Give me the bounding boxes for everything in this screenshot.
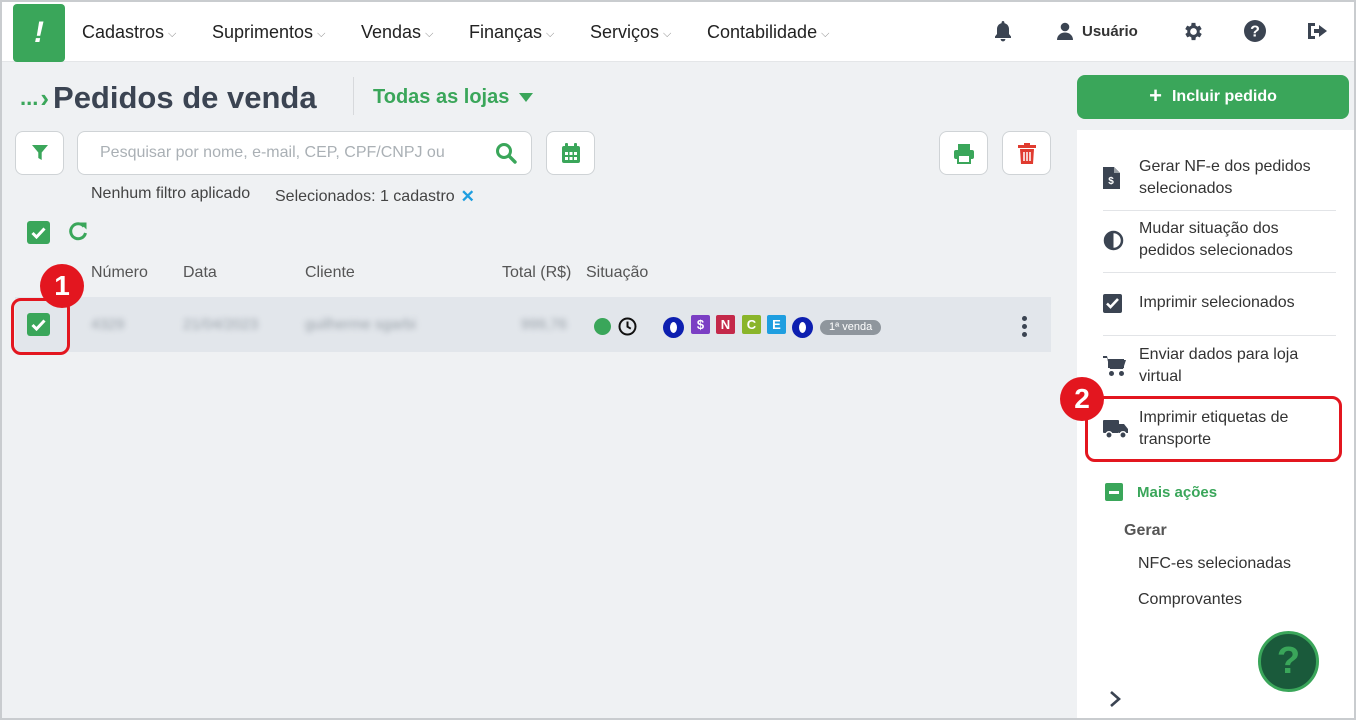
first-sale-tag: 1ª venda xyxy=(820,320,882,335)
integration-badge-icon xyxy=(663,317,684,338)
integration-badge-icon xyxy=(792,317,813,338)
divider xyxy=(1103,272,1336,273)
search-box xyxy=(77,131,532,175)
generate-nfce[interactable]: NFC-es selecionadas xyxy=(1138,555,1291,573)
divider xyxy=(1103,210,1336,211)
cell-numero: 4329 xyxy=(91,316,125,333)
checkmark-icon xyxy=(31,226,46,239)
badge-nota: N xyxy=(716,315,735,334)
breadcrumb: ... › Pedidos de venda xyxy=(20,80,317,116)
checkbox-icon xyxy=(1103,292,1139,314)
divider xyxy=(1103,335,1336,336)
generate-receipts[interactable]: Comprovantes xyxy=(1138,591,1242,609)
annotation-box-2 xyxy=(1085,396,1342,462)
column-header-numero[interactable]: Número xyxy=(91,264,148,282)
column-header-cliente[interactable]: Cliente xyxy=(305,264,355,282)
badge-contas: C xyxy=(742,315,761,334)
app-window: ! Cadastros ⌵ Suprimentos ⌵ Vendas ⌵ Finanç… xyxy=(0,0,1356,720)
half-circle-icon xyxy=(1103,218,1139,262)
user-icon xyxy=(1057,22,1073,40)
chevron-right-icon: › xyxy=(40,82,50,113)
search-input[interactable] xyxy=(100,142,455,164)
trash-icon xyxy=(1017,142,1036,164)
status-dot xyxy=(594,318,611,335)
nav-suprimentos[interactable]: Suprimentos ⌵ xyxy=(212,22,325,43)
chevron-down-icon: ⌵ xyxy=(546,27,555,40)
printer-icon xyxy=(953,143,974,164)
badge-financeiro: $ xyxy=(691,315,710,334)
store-select[interactable]: Todas as lojas xyxy=(373,86,534,109)
annotation-badge-2: 2 xyxy=(1060,377,1104,421)
bell-icon[interactable] xyxy=(990,18,1016,44)
title-divider xyxy=(353,77,354,115)
cell-data: 21/04/2023 xyxy=(183,316,259,333)
selection-status: Selecionados: 1 cadastro ✕ xyxy=(275,187,475,207)
svg-text:$: $ xyxy=(1108,176,1114,187)
calendar-button[interactable] xyxy=(546,131,595,175)
page-title: Pedidos de venda xyxy=(53,80,317,115)
annotation-badge-1: 1 xyxy=(40,264,84,308)
svg-text:?: ? xyxy=(1250,24,1260,41)
nav-vendas[interactable]: Vendas ⌵ xyxy=(361,22,433,43)
action-send-store[interactable]: Enviar dados para loja virtual xyxy=(1103,344,1336,388)
breadcrumb-dots[interactable]: ... xyxy=(20,85,38,111)
chevron-down-icon: ⌵ xyxy=(425,27,434,40)
filter-icon xyxy=(31,145,48,160)
filter-status: Nenhum filtro aplicado xyxy=(91,185,251,202)
column-header-total[interactable]: Total (R$) xyxy=(502,264,571,282)
nav-servicos[interactable]: Serviços ⌵ xyxy=(590,22,671,43)
invoice-icon: $ xyxy=(1103,156,1139,200)
caret-down-icon xyxy=(519,93,534,102)
generate-heading: Gerar xyxy=(1124,522,1167,539)
clock-icon xyxy=(618,317,637,341)
plus-icon: + xyxy=(1149,83,1162,108)
chevron-right-icon[interactable] xyxy=(1108,690,1122,713)
action-change-status[interactable]: Mudar situação dos pedidos selecionados xyxy=(1103,218,1336,262)
nav-contabilidade[interactable]: Contabilidade ⌵ xyxy=(707,22,829,43)
delete-button[interactable] xyxy=(1002,131,1051,175)
cell-cliente: guilherme sgarbi xyxy=(305,316,416,333)
clear-selection-icon[interactable]: ✕ xyxy=(461,187,475,207)
cell-total: 999,76 xyxy=(521,316,567,333)
print-button[interactable] xyxy=(939,131,988,175)
search-icon[interactable] xyxy=(495,142,517,169)
add-order-button[interactable]: + Incluir pedido xyxy=(1077,75,1349,119)
logout-icon[interactable] xyxy=(1305,18,1331,44)
select-all-checkbox[interactable] xyxy=(27,221,50,244)
chevron-down-icon: ⌵ xyxy=(821,27,830,40)
top-nav: ! Cadastros ⌵ Suprimentos ⌵ Vendas ⌵ Finanç… xyxy=(2,2,1354,62)
nav-financas[interactable]: Finanças ⌵ xyxy=(469,22,554,43)
nav-cadastros[interactable]: Cadastros ⌵ xyxy=(82,22,176,43)
collapse-minus-icon xyxy=(1105,483,1123,501)
more-actions-toggle[interactable]: Mais ações xyxy=(1105,483,1217,501)
row-actions-menu-icon[interactable] xyxy=(1022,316,1027,337)
chevron-down-icon: ⌵ xyxy=(168,27,177,40)
user-menu[interactable]: Usuário xyxy=(1056,22,1138,40)
chevron-down-icon: ⌵ xyxy=(663,27,672,40)
filter-button[interactable] xyxy=(15,131,64,175)
help-button[interactable]: ? xyxy=(1258,631,1319,692)
calendar-icon xyxy=(561,142,580,163)
cart-icon xyxy=(1103,344,1139,388)
column-header-data[interactable]: Data xyxy=(183,264,217,282)
action-generate-nfe[interactable]: $ Gerar NF-e dos pedidos selecionados xyxy=(1103,156,1336,200)
help-circle-icon[interactable]: ? xyxy=(1242,18,1268,44)
action-print-selected[interactable]: Imprimir selecionados xyxy=(1103,292,1336,314)
gear-icon[interactable] xyxy=(1180,18,1206,44)
app-logo[interactable]: ! xyxy=(13,4,65,62)
column-header-situacao[interactable]: Situação xyxy=(586,264,648,282)
chevron-down-icon: ⌵ xyxy=(317,27,326,40)
refresh-icon[interactable] xyxy=(67,220,89,247)
badge-estoque: E xyxy=(767,315,786,334)
